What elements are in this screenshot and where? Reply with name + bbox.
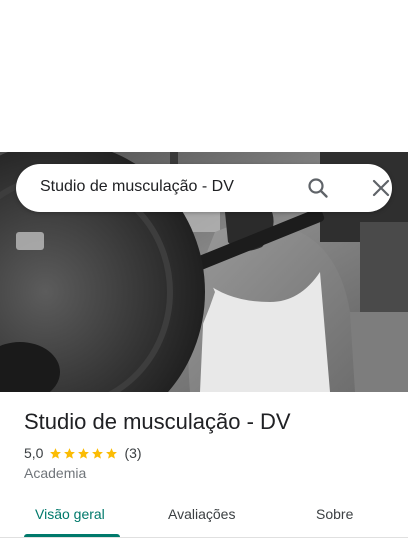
close-icon[interactable]: [369, 176, 393, 200]
star-icon: [106, 447, 118, 459]
tab-reviews[interactable]: Avaliações: [168, 506, 235, 522]
star-icon: [50, 447, 62, 459]
star-icon: [78, 447, 90, 459]
rating-value: 5,0: [24, 445, 44, 461]
tab-overview[interactable]: Visão geral: [35, 506, 105, 522]
tab-bar: Visão geral Avaliações Sobre: [0, 496, 408, 544]
rating-row[interactable]: 5,0 (3): [24, 444, 142, 462]
review-count[interactable]: (3): [124, 445, 141, 461]
star-icon: [92, 447, 104, 459]
star-icon: [64, 447, 76, 459]
star-rating: [49, 447, 119, 460]
place-category: Academia: [24, 465, 87, 481]
place-title: Studio de musculação - DV: [24, 409, 291, 434]
search-icon[interactable]: [306, 176, 330, 200]
tab-about[interactable]: Sobre: [316, 506, 353, 522]
search-bar[interactable]: Studio de musculação - DV: [16, 164, 392, 212]
tabs-divider: [0, 537, 408, 538]
search-input[interactable]: Studio de musculação - DV: [40, 178, 234, 196]
